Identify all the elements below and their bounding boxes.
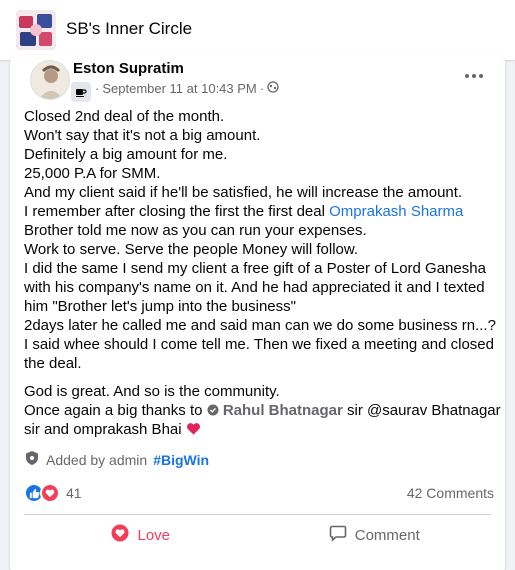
action-divider	[24, 514, 491, 515]
post-meta: · September 11 at 10:43 PM ·	[95, 81, 279, 96]
post-text: I remember after closing the first the f…	[24, 203, 325, 220]
post-date[interactable]: September 11 at 10:43 PM	[102, 81, 256, 96]
meta-separator-2: ·	[259, 81, 265, 96]
added-by-label: Added by admin	[46, 451, 148, 468]
post-line: Closed 2nd deal of the month.	[24, 108, 225, 125]
post-text: Once again a big thanks to	[24, 402, 203, 419]
post-line: the deal.	[24, 355, 82, 372]
post-line: with his company's name on it. And he ha…	[24, 279, 485, 296]
post-line: Definitely a big amount for me.	[24, 146, 228, 163]
reactions-summary: 41 42 Comments	[24, 482, 494, 504]
post-text: sir @saurav Bhatnagar	[347, 402, 501, 419]
comment-button[interactable]: Comment	[258, 518, 492, 552]
post-line: And my client said if he'll be satisfied…	[24, 184, 463, 201]
post-line: God is great. And so is the community.	[24, 383, 280, 400]
shield-icon	[24, 450, 40, 469]
reaction-icons[interactable]	[24, 483, 60, 503]
globe-icon	[267, 81, 279, 96]
post-line: Brother told me now as you can run your …	[24, 222, 367, 239]
group-avatar[interactable]	[16, 10, 56, 50]
more-options-button[interactable]	[460, 65, 488, 87]
verified-badge-icon	[207, 402, 219, 419]
dot-icon	[479, 74, 483, 78]
post-body: Closed 2nd deal of the month. Won't say …	[24, 107, 501, 439]
coffee-cup-icon	[71, 82, 91, 102]
post-text: sir and omprakash Bhai	[24, 421, 182, 438]
dot-icon	[465, 74, 469, 78]
dot-icon	[472, 74, 476, 78]
comment-icon	[329, 524, 347, 546]
love-icon	[111, 524, 129, 546]
admin-added-row: Added by admin #BigWin	[24, 450, 209, 469]
post-line: I said whee should I come tell me. Then …	[24, 336, 494, 353]
post-line: sir and omprakash Bhai	[24, 420, 494, 439]
mention-rahul-bhatnagar[interactable]: Rahul Bhatnagar	[223, 402, 343, 419]
love-button[interactable]: Love	[24, 518, 258, 552]
post-actions: Love Comment	[24, 518, 491, 552]
post-line: Won't say that it's not a big amount.	[24, 127, 261, 144]
author-avatar[interactable]	[30, 60, 70, 100]
post-card: Eston Supratim · September 11 at 10:43 P…	[10, 55, 505, 570]
love-label: Love	[137, 526, 171, 544]
author-name[interactable]: Eston Supratim	[73, 60, 184, 77]
love-reaction-icon	[40, 483, 60, 503]
comment-label: Comment	[354, 526, 420, 544]
post-line: I did the same I send my client a free g…	[24, 260, 486, 277]
reaction-count[interactable]: 41	[66, 485, 82, 501]
post-line: I remember after closing the first the f…	[24, 202, 494, 221]
hashtag-link[interactable]: #BigWin	[153, 452, 209, 468]
post-line: 2days later he called me and said man ca…	[24, 317, 496, 334]
post-line: 25,000 P.A for SMM.	[24, 165, 161, 182]
post-line: him "Brother let's jump into the busines…	[24, 298, 296, 315]
post-line: Work to serve. Serve the people Money wi…	[24, 241, 359, 258]
post-line: Once again a big thanks to Rahul Bhatnag…	[24, 401, 501, 420]
group-title[interactable]: SB's Inner Circle	[66, 19, 192, 39]
mention-omprakash-sharma[interactable]: Omprakash Sharma	[329, 203, 463, 220]
comments-count[interactable]: 42 Comments	[407, 485, 494, 501]
heart-emoji-icon	[186, 421, 201, 438]
group-header: SB's Inner Circle	[0, 0, 515, 60]
meta-separator: ·	[95, 81, 100, 96]
